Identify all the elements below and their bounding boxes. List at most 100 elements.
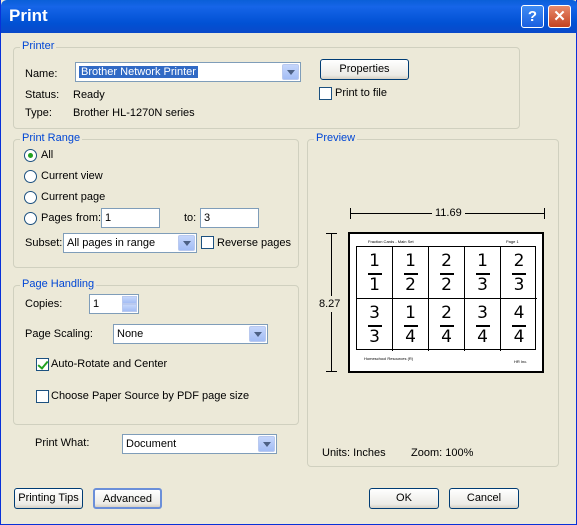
preview-page: Fraction Cards - Main Set Page 1 1112221… bbox=[348, 232, 544, 373]
to-label: to: bbox=[184, 212, 197, 224]
chevron-down-icon[interactable] bbox=[282, 64, 299, 80]
fraction-numerator: 4 bbox=[513, 303, 525, 323]
copies-up-button[interactable] bbox=[122, 296, 137, 304]
print-what-value: Document bbox=[126, 438, 177, 450]
paper-source-checkbox[interactable] bbox=[36, 390, 49, 403]
page-handling-group: Page Handling Copies: 1 Page Scaling: No… bbox=[13, 278, 299, 425]
range-current-page-label[interactable]: Current page bbox=[41, 191, 105, 203]
copies-label: Copies: bbox=[25, 298, 63, 310]
print-what-select[interactable]: Document bbox=[122, 434, 277, 454]
type-label: Type: bbox=[25, 107, 52, 119]
fraction-denominator: 4 bbox=[513, 327, 525, 347]
fraction-denominator: 2 bbox=[405, 275, 416, 295]
preview-width: 11.69 bbox=[432, 207, 465, 219]
print-what-label: Print What: bbox=[35, 437, 90, 449]
zoom-label: Zoom: 100% bbox=[411, 447, 474, 459]
fraction-card: 11 bbox=[357, 247, 393, 299]
fraction-card: 12 bbox=[393, 247, 429, 299]
subset-label: Subset: bbox=[25, 237, 63, 249]
name-label: Name: bbox=[25, 68, 58, 80]
range-all-label[interactable]: All bbox=[41, 149, 53, 161]
printer-name-select[interactable]: Brother Network Printer bbox=[75, 62, 301, 82]
fraction-denominator: 4 bbox=[441, 327, 452, 347]
fraction-numerator: 1 bbox=[477, 251, 488, 271]
copies-value: 1 bbox=[93, 298, 100, 310]
page-handling-group-label: Page Handling bbox=[20, 278, 97, 290]
print-to-file-label[interactable]: Print to file bbox=[335, 87, 387, 99]
page-scaling-label: Page Scaling: bbox=[25, 328, 93, 340]
paper-source-label[interactable]: Choose Paper Source by PDF page size bbox=[51, 390, 249, 402]
page-scaling-value: None bbox=[117, 328, 144, 340]
auto-rotate-label[interactable]: Auto-Rotate and Center bbox=[51, 358, 167, 370]
ok-button[interactable]: OK bbox=[369, 488, 439, 509]
copies-stepper[interactable]: 1 bbox=[89, 294, 139, 314]
from-label: from: bbox=[76, 212, 102, 224]
sheet-header-right: Page 1 bbox=[506, 239, 519, 244]
print-dialog: Print ? ✕ Printer Name: Brother Network … bbox=[0, 0, 577, 525]
fraction-card: 24 bbox=[429, 299, 465, 351]
fraction-card: 22 bbox=[429, 247, 465, 299]
fraction-card: 13 bbox=[465, 247, 501, 299]
status-value: Ready bbox=[73, 89, 105, 101]
printing-tips-button[interactable]: Printing Tips bbox=[14, 488, 83, 509]
type-value: Brother HL-1270N series bbox=[73, 107, 195, 119]
copies-down-button[interactable] bbox=[122, 304, 137, 312]
status-label: Status: bbox=[25, 89, 60, 101]
printer-group-label: Printer bbox=[20, 40, 57, 52]
print-to-file-checkbox[interactable] bbox=[319, 87, 332, 100]
to-value: 3 bbox=[204, 212, 211, 224]
range-all-radio[interactable] bbox=[24, 149, 37, 162]
fraction-numerator: 1 bbox=[369, 251, 380, 271]
page-scaling-select[interactable]: None bbox=[113, 324, 268, 344]
units-label: Units: Inches bbox=[322, 447, 386, 459]
fraction-card: 34 bbox=[465, 299, 501, 351]
fraction-numerator: 2 bbox=[513, 251, 525, 271]
sheet-footer-left: Homeschool Resources (R) bbox=[364, 356, 414, 361]
fraction-numerator: 2 bbox=[441, 251, 452, 271]
print-range-group: Print Range All Current view Current pag… bbox=[13, 132, 299, 268]
properties-button[interactable]: Properties bbox=[320, 59, 409, 80]
fraction-numerator: 1 bbox=[405, 303, 416, 323]
from-input[interactable]: 1 bbox=[101, 208, 160, 228]
fraction-card: 14 bbox=[393, 299, 429, 351]
advanced-button[interactable]: Advanced bbox=[93, 488, 162, 509]
chevron-down-icon[interactable] bbox=[178, 235, 195, 251]
subset-select[interactable]: All pages in range bbox=[63, 233, 197, 253]
close-button[interactable]: ✕ bbox=[548, 5, 571, 28]
fraction-denominator: 4 bbox=[405, 327, 416, 347]
reverse-pages-checkbox[interactable] bbox=[201, 236, 214, 249]
fraction-denominator: 4 bbox=[477, 327, 488, 347]
preview-height: 8.27 bbox=[319, 296, 341, 312]
printer-group: Printer Name: Brother Network Printer Pr… bbox=[13, 40, 520, 129]
to-input[interactable]: 3 bbox=[200, 208, 259, 228]
window-title: Print bbox=[9, 6, 48, 25]
fraction-card: 23 bbox=[501, 247, 537, 299]
chevron-down-icon[interactable] bbox=[249, 326, 266, 342]
fraction-denominator: 3 bbox=[477, 275, 488, 295]
printer-name-value: Brother Network Printer bbox=[79, 66, 198, 78]
chevron-down-icon[interactable] bbox=[258, 436, 275, 452]
fraction-denominator: 3 bbox=[369, 327, 380, 347]
fraction-numerator: 1 bbox=[405, 251, 416, 271]
fraction-card: 33 bbox=[357, 299, 393, 351]
range-pages-label[interactable]: Pages bbox=[41, 212, 72, 224]
from-value: 1 bbox=[105, 212, 112, 224]
sheet-footer-right: HR Inc. bbox=[514, 359, 528, 364]
cancel-button[interactable]: Cancel bbox=[449, 488, 519, 509]
fraction-card: 44 bbox=[501, 299, 537, 351]
sheet-header-left: Fraction Cards - Main Set bbox=[368, 239, 414, 244]
fraction-numerator: 2 bbox=[441, 303, 452, 323]
subset-value: All pages in range bbox=[67, 237, 156, 249]
title-bar[interactable]: Print ? ✕ bbox=[1, 0, 577, 33]
fraction-denominator: 2 bbox=[441, 275, 452, 295]
print-range-group-label: Print Range bbox=[20, 132, 83, 144]
reverse-pages-label[interactable]: Reverse pages bbox=[217, 237, 291, 249]
range-pages-radio[interactable] bbox=[24, 212, 37, 225]
fraction-numerator: 3 bbox=[477, 303, 488, 323]
range-current-page-radio[interactable] bbox=[24, 191, 37, 204]
auto-rotate-checkbox[interactable] bbox=[36, 358, 49, 371]
range-current-view-label[interactable]: Current view bbox=[41, 170, 103, 182]
range-current-view-radio[interactable] bbox=[24, 170, 37, 183]
fraction-denominator: 1 bbox=[369, 275, 380, 295]
help-button[interactable]: ? bbox=[521, 5, 544, 28]
